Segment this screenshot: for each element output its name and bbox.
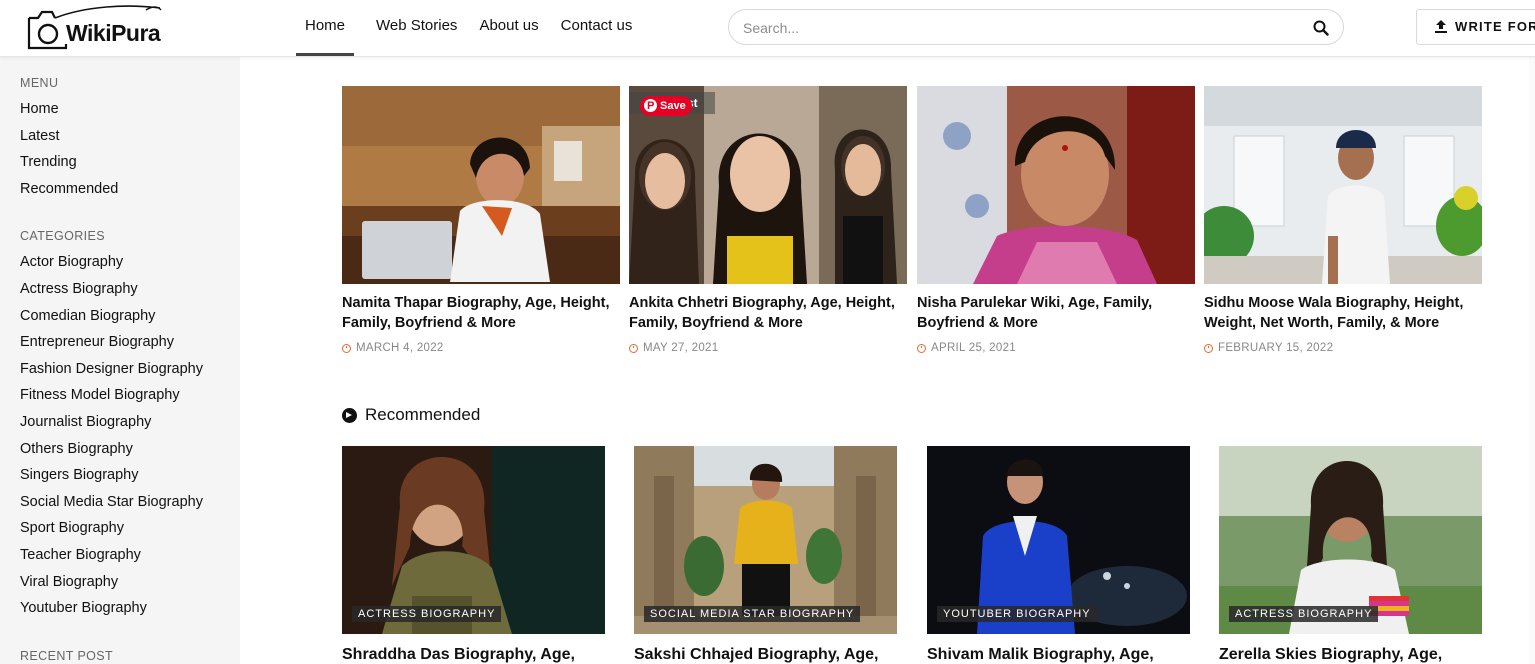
- post-card[interactable]: Namita Thapar Biography, Age, Height, Fa…: [342, 86, 620, 366]
- post-card[interactable]: Nisha Parulekar Wiki, Age, Family, Boyfr…: [917, 86, 1195, 366]
- category-journalist[interactable]: Journalist Biography: [20, 414, 151, 430]
- post-date: APRIL 25, 2021: [917, 342, 1016, 354]
- recommended-thumbnail[interactable]: SOCIAL MEDIA STAR BIOGRAPHY: [634, 446, 897, 634]
- clock-icon: [342, 343, 351, 353]
- category-tag[interactable]: SOCIAL MEDIA STAR BIOGRAPHY: [644, 606, 861, 622]
- site-header: WikiPura Home Web Stories About us Conta…: [0, 0, 1535, 57]
- nav-web-stories[interactable]: Web Stories: [365, 0, 468, 57]
- category-tag[interactable]: ACTRESS BIOGRAPHY: [1229, 606, 1379, 622]
- pinterest-save-label: Save: [660, 100, 686, 112]
- menu-heading: MENU: [20, 76, 59, 90]
- post-date-text: MAY 27, 2021: [643, 342, 719, 354]
- recommended-card[interactable]: ACTRESS BIOGRAPHY Shraddha Das Biography…: [342, 446, 605, 664]
- post-thumbnail[interactable]: [342, 86, 620, 284]
- post-title[interactable]: Ankita Chhetri Biography, Age, Height, F…: [629, 293, 911, 333]
- category-singers[interactable]: Singers Biography: [20, 467, 139, 483]
- write-button-label: WRITE FOR: [1455, 19, 1535, 34]
- post-title[interactable]: Nisha Parulekar Wiki, Age, Family, Boyfr…: [917, 293, 1199, 333]
- category-actress[interactable]: Actress Biography: [20, 281, 138, 297]
- category-social-media-star[interactable]: Social Media Star Biography: [20, 494, 203, 510]
- recommended-heading-text: Recommended: [365, 405, 481, 424]
- search-icon[interactable]: [1313, 20, 1329, 36]
- recommended-thumbnail[interactable]: YOUTUBER BIOGRAPHY: [927, 446, 1190, 634]
- post-date-text: FEBRUARY 15, 2022: [1218, 342, 1334, 354]
- recommended-title[interactable]: Zerella Skies Biography, Age,: [1219, 646, 1442, 664]
- category-fitness-model[interactable]: Fitness Model Biography: [20, 387, 180, 403]
- post-date: MAY 27, 2021: [629, 342, 718, 354]
- write-for-us-button[interactable]: WRITE FOR: [1416, 9, 1535, 45]
- upload-icon: [1435, 20, 1447, 33]
- post-title[interactable]: Namita Thapar Biography, Age, Height, Fa…: [342, 293, 624, 333]
- pinterest-save-button[interactable]: Save: [640, 96, 692, 116]
- sidebar-item-trending[interactable]: Trending: [20, 154, 77, 170]
- nav-about-us[interactable]: About us: [468, 0, 549, 57]
- post-card[interactable]: Sidhu Moose Wala Biography, Height, Weig…: [1204, 86, 1482, 366]
- sidebar-item-recommended[interactable]: Recommended: [20, 181, 118, 197]
- category-teacher[interactable]: Teacher Biography: [20, 547, 141, 563]
- post-card[interactable]: st Ankita Chhetri Biography, Age, Height…: [629, 86, 907, 366]
- nav-contact-us[interactable]: Contact us: [550, 0, 644, 57]
- sidebar-item-home[interactable]: Home: [20, 101, 59, 117]
- category-tag[interactable]: YOUTUBER BIOGRAPHY: [937, 606, 1097, 622]
- clock-icon: [917, 343, 926, 353]
- sidebar: MENU Home Latest Trending Recommended CA…: [0, 57, 240, 664]
- recommended-title[interactable]: Shraddha Das Biography, Age,: [342, 646, 575, 664]
- post-date: FEBRUARY 15, 2022: [1204, 342, 1333, 354]
- site-logo[interactable]: WikiPura: [26, 4, 176, 52]
- main-nav: Home Web Stories About us Contact us: [296, 0, 643, 57]
- recommended-heading: Recommended: [342, 405, 480, 425]
- arrow-circle-icon: [342, 407, 357, 423]
- search-box: [728, 9, 1344, 45]
- category-fashion-designer[interactable]: Fashion Designer Biography: [20, 361, 203, 377]
- recent-post-heading: RECENT POST: [20, 649, 114, 663]
- clock-icon: [629, 343, 638, 353]
- post-date-text: APRIL 25, 2021: [931, 342, 1016, 354]
- search-input[interactable]: [743, 18, 1303, 38]
- category-viral[interactable]: Viral Biography: [20, 574, 118, 590]
- recommended-title[interactable]: Sakshi Chhajed Biography, Age,: [634, 646, 879, 664]
- recommended-card[interactable]: SOCIAL MEDIA STAR BIOGRAPHY Sakshi Chhaj…: [634, 446, 897, 664]
- post-date-text: MARCH 4, 2022: [356, 342, 444, 354]
- category-others[interactable]: Others Biography: [20, 441, 133, 457]
- category-actor[interactable]: Actor Biography: [20, 254, 123, 270]
- categories-heading: CATEGORIES: [20, 229, 106, 243]
- category-entrepreneur[interactable]: Entrepreneur Biography: [20, 334, 174, 350]
- recommended-thumbnail[interactable]: ACTRESS BIOGRAPHY: [342, 446, 605, 634]
- post-date: MARCH 4, 2022: [342, 342, 444, 354]
- nav-home[interactable]: Home: [296, 0, 354, 57]
- pinterest-icon: [644, 96, 657, 116]
- scrollbar-track[interactable]: [1529, 57, 1535, 664]
- recommended-thumbnail[interactable]: ACTRESS BIOGRAPHY: [1219, 446, 1482, 634]
- logo-text: WikiPura: [66, 20, 161, 46]
- post-thumbnail[interactable]: [1204, 86, 1482, 284]
- post-title[interactable]: Sidhu Moose Wala Biography, Height, Weig…: [1204, 293, 1486, 333]
- recommended-card[interactable]: ACTRESS BIOGRAPHY Zerella Skies Biograph…: [1219, 446, 1482, 664]
- category-youtuber[interactable]: Youtuber Biography: [20, 600, 147, 616]
- sidebar-item-latest[interactable]: Latest: [20, 128, 60, 144]
- recommended-card[interactable]: YOUTUBER BIOGRAPHY Shivam Malik Biograph…: [927, 446, 1190, 664]
- category-comedian[interactable]: Comedian Biography: [20, 308, 155, 324]
- category-sport[interactable]: Sport Biography: [20, 520, 124, 536]
- clock-icon: [1204, 343, 1213, 353]
- recommended-title[interactable]: Shivam Malik Biography, Age,: [927, 646, 1154, 664]
- category-tag[interactable]: ACTRESS BIOGRAPHY: [352, 606, 502, 622]
- post-thumbnail[interactable]: [917, 86, 1195, 284]
